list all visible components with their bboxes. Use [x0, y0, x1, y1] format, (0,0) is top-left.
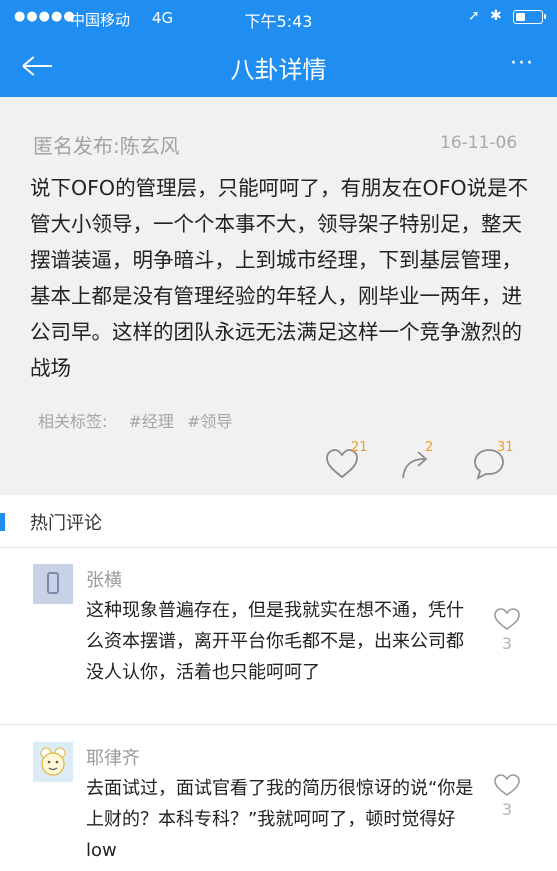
section-title: 热门评论 — [30, 513, 102, 534]
comment-count: 31 — [497, 440, 514, 455]
navigation-bar: 八卦详情 ··· — [0, 36, 557, 97]
heart-icon — [494, 774, 520, 796]
like-button[interactable]: 21 — [325, 440, 375, 483]
hot-comments-header: 热门评论 — [0, 497, 557, 548]
commenter-name[interactable]: 耶律齐 — [86, 744, 140, 770]
post-date: 16-11-06 — [440, 133, 518, 153]
location-icon: ➚ — [468, 8, 480, 24]
battery-level — [516, 13, 525, 21]
post-content: 说下OFO的管理层，只能呵呵了，有朋友在OFO说是不管大小领导，一个个本事不大，… — [30, 176, 529, 380]
comment-text: 这种现象普遍存在，但是我就实在想不通，凭什么资本摆谱，离开平台你毛都不是，出来公… — [86, 600, 464, 683]
tags-label: 相关标签: — [38, 412, 108, 431]
comment-button[interactable]: 31 — [472, 440, 522, 483]
battery-icon — [513, 10, 546, 24]
comment-item: 张横 这种现象普遍存在，但是我就实在想不通，凭什么资本摆谱，离开平台你毛都不是，… — [0, 548, 557, 725]
top-bar: ●●●●● 中国移动 4G 下午5:43 ➚ ✱ 八卦详情 ··· — [0, 0, 557, 97]
post-tags: 相关标签: #经理 #领导 — [38, 408, 240, 432]
commenter-name[interactable]: 张横 — [86, 566, 122, 592]
comment-text: 去面试过，面试官看了我的简历很惊讶的说“你是上财的？本科专科？”我就呵呵了，顿时… — [86, 778, 474, 861]
bluetooth-icon: ✱ — [490, 8, 502, 24]
tag-link[interactable]: #领导 — [187, 412, 232, 431]
comment-like-count: 3 — [501, 634, 513, 653]
comment-item: 耶律齐 去面试过，面试官看了我的简历很惊讶的说“你是上财的？本科专科？”我就呵呵… — [0, 726, 557, 871]
share-button[interactable]: 2 — [400, 440, 450, 483]
like-count: 21 — [351, 440, 368, 455]
post-author: 匿名发布:陈玄风 — [33, 134, 180, 158]
post-card: 匿名发布:陈玄风 16-11-06 说下OFO的管理层，只能呵呵了，有朋友在OF… — [0, 97, 557, 495]
heart-icon — [494, 608, 520, 630]
comment-like-button[interactable]: 3 — [492, 772, 522, 822]
status-bar: ●●●●● 中国移动 4G 下午5:43 ➚ ✱ — [0, 0, 557, 36]
section-accent-bar — [0, 513, 5, 531]
avatar[interactable] — [33, 564, 73, 604]
tag-link[interactable]: #经理 — [129, 412, 174, 431]
cartoon-face-icon — [40, 747, 66, 776]
comment-like-button[interactable]: 3 — [492, 606, 522, 656]
avatar[interactable] — [33, 742, 73, 782]
share-count: 2 — [425, 440, 434, 455]
page-title: 八卦详情 — [230, 56, 327, 84]
more-options-button[interactable]: ··· — [505, 49, 539, 79]
comment-like-count: 3 — [501, 800, 513, 819]
phone-icon — [47, 572, 59, 594]
